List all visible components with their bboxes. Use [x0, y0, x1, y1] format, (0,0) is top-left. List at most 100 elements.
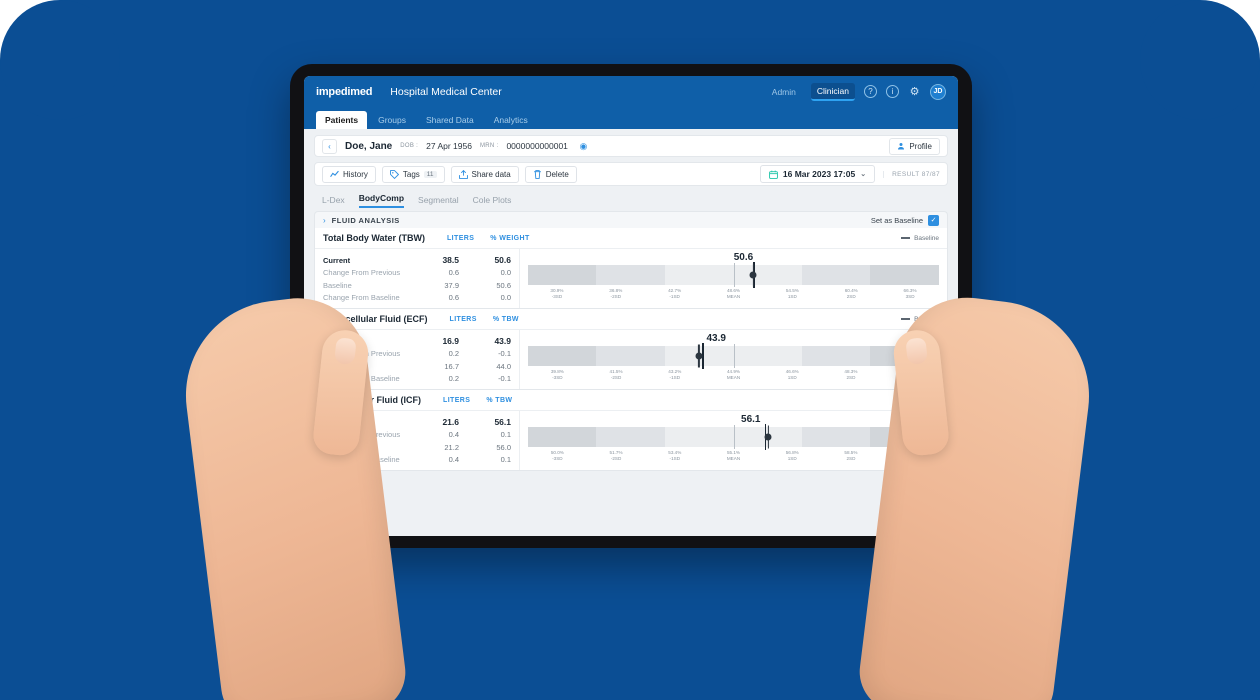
- metric-header: Extracellular Fluid (ECF)LITERS% TBWBase…: [315, 309, 947, 330]
- unit-toggle-secondary[interactable]: % TBW: [486, 397, 512, 404]
- result-date-value: 16 Mar 2023 17:05: [782, 169, 856, 179]
- unit-toggle-primary[interactable]: LITERS: [447, 235, 474, 242]
- sd-band-segment: [733, 346, 802, 366]
- sd-band-segment: [801, 427, 871, 447]
- delete-button[interactable]: Delete: [524, 165, 577, 183]
- row-value-percent: 44.0: [496, 361, 511, 371]
- axis-tick: 39.8% -3SD: [551, 369, 564, 381]
- result-counter: RESULT 87/87: [883, 170, 940, 178]
- left-thumb-nail: [334, 337, 357, 366]
- axis-tick: 50.0% -3SD: [551, 450, 564, 462]
- set-as-baseline-control[interactable]: Set as Baseline ✓: [870, 214, 939, 226]
- eye-visibility-icon[interactable]: ◉: [576, 139, 591, 154]
- axis-tick: 41.5% -2SD: [610, 369, 623, 381]
- content-area: ‹ Doe, Jane DOB : 27 Apr 1956 MRN : 0000…: [304, 129, 958, 536]
- set-as-baseline-checkbox[interactable]: ✓: [928, 214, 939, 226]
- help-icon[interactable]: ?: [864, 85, 877, 98]
- tick-value: 53.4%: [668, 450, 682, 455]
- tags-button[interactable]: Tags 11: [381, 165, 445, 183]
- profile-button[interactable]: Profile: [889, 137, 940, 155]
- sd-range-chart: 43.9 39.8% -3SD 41.5% -2SD 43.2% -1SD 44.9% MEAN…: [520, 330, 947, 389]
- tick-value: 55.1%: [726, 450, 741, 455]
- row-value-percent: -0.1: [498, 349, 511, 359]
- tick-sd-label: 3SD: [905, 294, 915, 300]
- sd-band-segment: [664, 265, 734, 285]
- tab-segmental[interactable]: Segmental: [418, 195, 459, 208]
- nav-tab-analytics[interactable]: Analytics: [485, 111, 537, 129]
- legend-line-icon: [901, 237, 911, 239]
- current-value-marker[interactable]: [764, 425, 772, 449]
- tick-sd-label: 1SD: [787, 294, 797, 300]
- axis-tick: 55.1% MEAN: [727, 450, 740, 462]
- expand-chevron-icon[interactable]: ›: [323, 216, 326, 225]
- avatar[interactable]: JD: [930, 83, 946, 100]
- patient-header: ‹ Doe, Jane DOB : 27 Apr 1956 MRN : 0000…: [314, 135, 948, 157]
- sd-band-segment: [596, 427, 665, 447]
- unit-toggle-secondary[interactable]: % TBW: [493, 316, 519, 323]
- axis-tick: 36.8% -2SD: [609, 288, 622, 300]
- tick-value: 36.8%: [609, 288, 623, 293]
- row-value-liters: 0.2: [448, 374, 459, 384]
- settings-gear-icon[interactable]: ⚙: [908, 85, 921, 98]
- unit-toggle-primary[interactable]: LITERS: [450, 316, 477, 323]
- metric-card: Intracellular Fluid (ICF)LITERS% TBWBase…: [314, 390, 948, 471]
- metric-body: Current16.943.9Change From Previous0.2-0…: [315, 330, 947, 389]
- tab-l-dex[interactable]: L-Dex: [322, 195, 345, 208]
- marker-stem: [767, 425, 769, 449]
- chart-axis-ticks: 50.0% -3SD 51.7% -2SD 53.4% -1SD 55.1% MEAN 56.8…: [528, 450, 939, 464]
- tick-sd-label: 2SD: [846, 294, 856, 300]
- legend-line-icon: [901, 318, 911, 320]
- axis-tick: 53.4% -1SD: [668, 450, 681, 462]
- share-upload-icon: [458, 169, 468, 179]
- role-admin[interactable]: Admin: [766, 84, 802, 100]
- history-chart-icon: [330, 170, 339, 177]
- nav-tab-patients[interactable]: Patients: [316, 111, 368, 129]
- tab-cole-plots[interactable]: Cole Plots: [473, 195, 512, 208]
- trash-icon: [533, 169, 541, 179]
- brand-logo[interactable]: impedimed: [316, 86, 372, 98]
- mean-tick-line: [733, 263, 735, 287]
- axis-tick: 44.9% MEAN: [727, 369, 740, 381]
- back-button[interactable]: ‹: [322, 138, 337, 154]
- tab-bodycomp[interactable]: BodyComp: [358, 193, 405, 208]
- row-value-percent: 0.1: [500, 430, 511, 440]
- tick-value: 48.6%: [726, 288, 741, 293]
- unit-toggle-primary[interactable]: LITERS: [443, 397, 470, 404]
- right-thumb-nail: [905, 337, 928, 366]
- table-row: Baseline 37.9 50.6: [323, 279, 511, 292]
- current-value-marker[interactable]: [695, 344, 703, 368]
- metric-title: Total Body Water (TBW): [323, 233, 425, 243]
- axis-tick: 58.5% 2SD: [844, 450, 857, 462]
- current-value-marker[interactable]: [749, 263, 757, 287]
- mean-tick-line: [733, 425, 735, 449]
- marker-stem: [752, 263, 755, 287]
- result-date-dropdown[interactable]: 16 Mar 2023 17:05 ⌄: [759, 165, 876, 183]
- fluid-analysis-header[interactable]: › FLUID ANALYSIS Set as Baseline ✓: [314, 211, 948, 228]
- history-button[interactable]: History: [322, 165, 376, 183]
- tick-sd-label: MEAN: [726, 456, 741, 462]
- row-value-liters: 0.4: [448, 430, 459, 440]
- sd-band-segment: [528, 346, 597, 366]
- tick-sd-label: 1SD: [787, 375, 797, 381]
- axis-tick: 56.8% 1SD: [786, 450, 799, 462]
- chart-current-value: 50.6: [733, 252, 754, 263]
- role-clinician[interactable]: Clinician: [810, 82, 855, 101]
- set-as-baseline-label: Set as Baseline: [870, 215, 923, 225]
- chart-axis-ticks: 30.9% -3SD 36.8% -2SD 42.7% -1SD 48.6% MEAN 54.5…: [528, 288, 939, 302]
- unit-toggle-secondary[interactable]: % WEIGHT: [490, 235, 529, 242]
- tick-value: 60.4%: [844, 288, 858, 293]
- share-data-button[interactable]: Share data: [450, 165, 519, 183]
- patient-name: Doe, Jane: [345, 140, 393, 152]
- axis-tick: 54.5% 1SD: [786, 288, 799, 300]
- nav-tab-groups[interactable]: Groups: [369, 111, 415, 129]
- dob-label: DOB :: [400, 143, 419, 149]
- tick-sd-label: -2SD: [610, 294, 622, 300]
- sd-band-segment: [733, 265, 802, 285]
- tick-value: 46.6%: [785, 369, 799, 374]
- axis-tick: 48.3% 2SD: [844, 369, 857, 381]
- tick-value: 54.5%: [785, 288, 799, 293]
- nav-tab-shared-data[interactable]: Shared Data: [417, 111, 483, 129]
- info-icon[interactable]: i: [886, 85, 899, 98]
- chart-axis-ticks: 39.8% -3SD 41.5% -2SD 43.2% -1SD 44.9% MEAN 46.6…: [528, 369, 939, 383]
- delete-button-label: Delete: [545, 169, 569, 179]
